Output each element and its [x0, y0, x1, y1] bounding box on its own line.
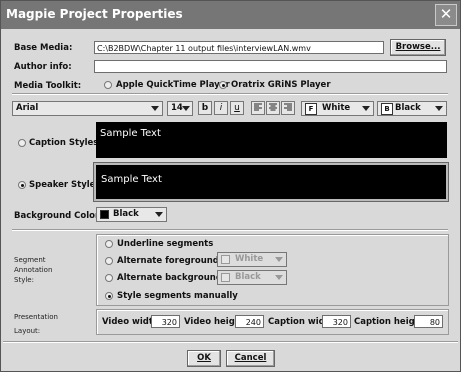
- title-bar[interactable]: Magpie Project Properties ✕: [1, 1, 460, 29]
- base-media-input[interactable]: C:\B2BDW\Chapter 11 output files\intervi…: [94, 41, 384, 54]
- video-height-input[interactable]: 240: [235, 315, 264, 328]
- alternate-foreground-select[interactable]: White: [217, 252, 287, 267]
- caption-sample-text: Sample Text: [100, 128, 161, 139]
- background-text-color-icon: B: [381, 103, 393, 115]
- alternate-background-select[interactable]: Black: [217, 270, 287, 285]
- align-center-button[interactable]: [266, 101, 280, 115]
- alt-bg-value: Black: [235, 272, 261, 282]
- chevron-down-icon: [275, 257, 283, 262]
- browse-button[interactable]: Browse...: [390, 39, 446, 56]
- radio-underline-segments[interactable]: [105, 240, 113, 248]
- underline-icon: u: [234, 103, 240, 113]
- font-family-value: Arial: [16, 103, 39, 113]
- radio-quicktime[interactable]: [104, 81, 112, 89]
- separator: [12, 93, 448, 95]
- ok-button[interactable]: OK: [187, 350, 221, 367]
- background-text-color-select[interactable]: B Black: [377, 101, 447, 116]
- background-color-swatch: [100, 210, 109, 219]
- radio-alternate-background[interactable]: [105, 274, 113, 282]
- background-color-label: Background Color:: [14, 211, 103, 221]
- segment-annotation-label: Segment Annotation Style:: [14, 255, 52, 285]
- align-center-icon: [269, 103, 277, 111]
- bold-button[interactable]: b: [198, 101, 212, 115]
- radio-style-manually[interactable]: [105, 292, 113, 300]
- speaker-styles-preview[interactable]: Sample Text: [93, 162, 449, 202]
- caption-width-input[interactable]: 320: [322, 315, 351, 328]
- underline-button[interactable]: u: [230, 101, 244, 115]
- align-left-icon: [254, 103, 262, 111]
- background-text-color-value: Black: [395, 103, 421, 113]
- window-title: Magpie Project Properties: [6, 7, 183, 21]
- cancel-button[interactable]: Cancel: [226, 350, 275, 367]
- caption-styles-label: Caption Styles:: [29, 138, 102, 148]
- style-label-line: Style:: [14, 276, 34, 284]
- radio-speaker-styles[interactable]: [18, 181, 26, 189]
- alternate-foreground-label: Alternate foreground: [117, 256, 219, 266]
- chevron-down-icon: [151, 106, 159, 111]
- chevron-down-icon: [182, 106, 190, 111]
- presentation-layout-label: Presentation Layout:: [14, 312, 58, 336]
- style-manually-label: Style segments manually: [117, 291, 238, 301]
- annotation-label-line: Annotation: [14, 266, 53, 274]
- text-color-icon: F: [305, 103, 317, 115]
- speaker-styles-label: Speaker Styles:: [29, 180, 104, 190]
- radio-caption-styles[interactable]: [18, 139, 26, 147]
- speaker-sample-text: Sample Text: [101, 174, 162, 185]
- italic-button[interactable]: i: [214, 101, 228, 115]
- font-family-select[interactable]: Arial: [12, 101, 163, 116]
- grins-label: Oratrix GRiNS Player: [231, 80, 331, 90]
- close-icon: ✕: [439, 5, 453, 23]
- text-color-select[interactable]: F White: [301, 101, 374, 116]
- layout-label-line: Layout:: [14, 327, 41, 335]
- align-right-button[interactable]: [281, 101, 295, 115]
- media-toolkit-label: Media Toolkit:: [14, 81, 82, 91]
- chevron-down-icon: [435, 106, 443, 111]
- bold-icon: b: [201, 103, 209, 113]
- close-button[interactable]: ✕: [435, 4, 457, 26]
- caption-styles-preview[interactable]: Sample Text: [96, 122, 447, 158]
- separator: [3, 341, 458, 343]
- radio-alternate-foreground[interactable]: [105, 257, 113, 265]
- alt-fg-value: White: [235, 254, 264, 264]
- ok-button-label: OK: [197, 353, 211, 363]
- font-size-select[interactable]: 14: [167, 101, 193, 116]
- quicktime-label: Apple QuickTime Player: [116, 80, 230, 90]
- dialog-window: Magpie Project Properties ✕ Base Media: …: [0, 0, 461, 372]
- chevron-down-icon: [275, 275, 283, 280]
- alt-bg-swatch: [221, 273, 230, 282]
- base-media-label: Base Media:: [14, 43, 73, 53]
- segment-label-line: Segment: [14, 256, 46, 264]
- alternate-background-label: Alternate background: [117, 273, 222, 283]
- chevron-down-icon: [155, 212, 163, 217]
- italic-icon: i: [219, 103, 223, 113]
- radio-grins[interactable]: [219, 81, 227, 89]
- background-color-value: Black: [113, 209, 139, 219]
- underline-segments-label: Underline segments: [117, 239, 214, 249]
- separator: [12, 229, 448, 231]
- presentation-label-line: Presentation: [14, 313, 58, 321]
- chevron-down-icon: [362, 106, 370, 111]
- browse-button-label: Browse...: [395, 42, 441, 52]
- author-info-input[interactable]: [94, 60, 447, 73]
- align-left-button[interactable]: [251, 101, 265, 115]
- alt-fg-swatch: [221, 255, 230, 264]
- background-color-select[interactable]: Black: [96, 207, 167, 222]
- align-right-icon: [284, 103, 292, 111]
- cancel-button-label: Cancel: [234, 353, 267, 363]
- video-width-input[interactable]: 320: [151, 315, 180, 328]
- caption-height-input[interactable]: 80: [414, 315, 443, 328]
- author-info-label: Author info:: [14, 62, 72, 72]
- text-color-value: White: [322, 103, 351, 113]
